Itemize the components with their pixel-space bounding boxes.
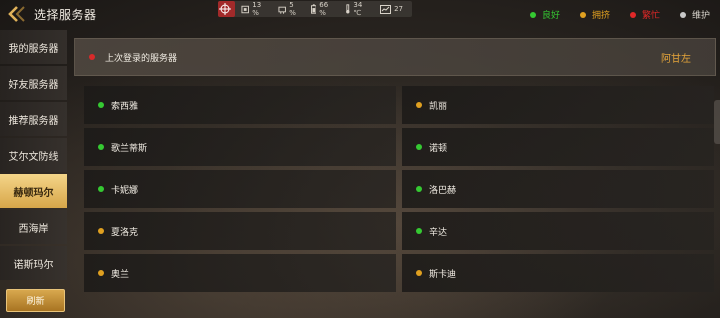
legend-status-dot <box>579 11 586 18</box>
back-button[interactable] <box>6 4 28 24</box>
top-bar: 选择服务器 13 % 5 % 66 % 34 ℃ 27 良好 拥挤繁忙 维护 <box>0 0 720 30</box>
server-item[interactable]: 诺顿 <box>402 128 714 166</box>
last-login-server-bar[interactable]: 上次登录的服务器 阿甘左 <box>74 38 716 76</box>
cpu-icon <box>241 5 249 13</box>
sidebar-item[interactable]: 推荐服务器 <box>0 102 67 136</box>
last-login-label: 上次登录的服务器 <box>105 53 178 64</box>
legend-label: 良好 <box>541 11 560 21</box>
server-name: 诺顿 <box>429 143 448 154</box>
cpu-stat: 13 % <box>241 1 269 17</box>
memory-stat: 5 % <box>278 1 302 17</box>
server-status-dot <box>98 186 104 192</box>
temperature-stat: 34 ℃ <box>345 1 371 17</box>
server-name: 歌兰蒂斯 <box>111 143 148 154</box>
sidebar-item[interactable]: 我的服务器 <box>0 30 67 64</box>
server-name: 夏洛克 <box>111 227 139 238</box>
legend-status-dot <box>629 11 636 18</box>
device-status-strip: 13 % 5 % 66 % 34 ℃ 27 <box>218 1 412 17</box>
server-item[interactable]: 奥兰 <box>84 254 396 292</box>
server-item[interactable]: 卡妮娜 <box>84 170 396 208</box>
sidebar-item[interactable]: 西海岸 <box>0 210 67 244</box>
last-login-status-dot <box>89 54 95 60</box>
status-legend: 良好 拥挤 繁忙 维护 <box>510 8 710 21</box>
legend-label: 维护 <box>691 11 710 21</box>
server-item[interactable]: 夏洛克 <box>84 212 396 250</box>
thermometer-icon <box>345 4 350 14</box>
server-name: 奥兰 <box>111 269 130 280</box>
sidebar-item[interactable]: 诺斯玛尔 <box>0 246 67 280</box>
server-item[interactable]: 索西雅 <box>84 86 396 124</box>
battery-stat: 66 % <box>310 1 336 17</box>
legend-status-dot <box>529 11 536 18</box>
refresh-button[interactable]: 刷新 <box>6 289 65 312</box>
battery-icon <box>310 4 317 14</box>
server-item[interactable]: 凯丽 <box>402 86 714 124</box>
server-name: 索西雅 <box>111 101 139 112</box>
server-status-dot <box>416 270 422 276</box>
server-status-dot <box>98 102 104 108</box>
last-login-server-name: 阿甘左 <box>661 53 691 65</box>
server-name: 卡妮娜 <box>111 185 139 196</box>
sidebar-item[interactable]: 赫顿玛尔 <box>0 174 67 208</box>
legend-label: 拥挤 <box>591 11 610 21</box>
fps-value: 27 <box>394 5 403 13</box>
server-status-dot <box>416 228 422 234</box>
server-status-dot <box>98 270 104 276</box>
scroll-handle[interactable] <box>714 100 720 144</box>
legend-item: 拥挤 <box>579 8 610 21</box>
temperature-value: 34 ℃ <box>353 1 363 17</box>
fps-stat: 27 <box>380 4 403 14</box>
memory-value: 5 % <box>289 1 296 17</box>
fps-icon <box>380 4 392 14</box>
legend-item: 繁忙 <box>629 8 660 21</box>
crosshair-icon <box>218 3 231 15</box>
legend-item: 良好 <box>529 8 560 21</box>
crosshair-button[interactable] <box>218 1 235 17</box>
server-grid: 索西雅 凯丽歌兰蒂斯 诺顿卡妮娜 洛巴赫夏洛克 辛达奥兰 斯卡迪 <box>84 86 715 294</box>
server-item[interactable]: 斯卡迪 <box>402 254 714 292</box>
server-name: 辛达 <box>429 227 448 238</box>
server-item[interactable]: 辛达 <box>402 212 714 250</box>
server-status-dot <box>98 228 104 234</box>
legend-status-dot <box>679 11 686 18</box>
server-name: 凯丽 <box>429 101 448 112</box>
server-status-dot <box>416 144 422 150</box>
server-status-dot <box>416 102 422 108</box>
server-status-dot <box>98 144 104 150</box>
server-item[interactable]: 歌兰蒂斯 <box>84 128 396 166</box>
legend-label: 繁忙 <box>641 11 660 21</box>
server-status-dot <box>416 186 422 192</box>
server-name: 斯卡迪 <box>429 269 457 280</box>
server-name: 洛巴赫 <box>429 185 457 196</box>
sidebar-item[interactable]: 好友服务器 <box>0 66 67 100</box>
legend-item: 维护 <box>679 8 710 21</box>
page-title: 选择服务器 <box>34 8 97 22</box>
back-arrow-icon <box>8 6 25 22</box>
server-item[interactable]: 洛巴赫 <box>402 170 714 208</box>
battery-value: 66 % <box>319 1 329 17</box>
sidebar-item[interactable]: 艾尔文防线 <box>0 138 67 172</box>
memory-icon <box>278 6 286 14</box>
server-region-sidebar: 我的服务器 好友服务器 推荐服务器 艾尔文防线 赫顿玛尔 西海岸 诺斯玛尔 <box>0 30 67 282</box>
cpu-value: 13 % <box>252 1 262 17</box>
